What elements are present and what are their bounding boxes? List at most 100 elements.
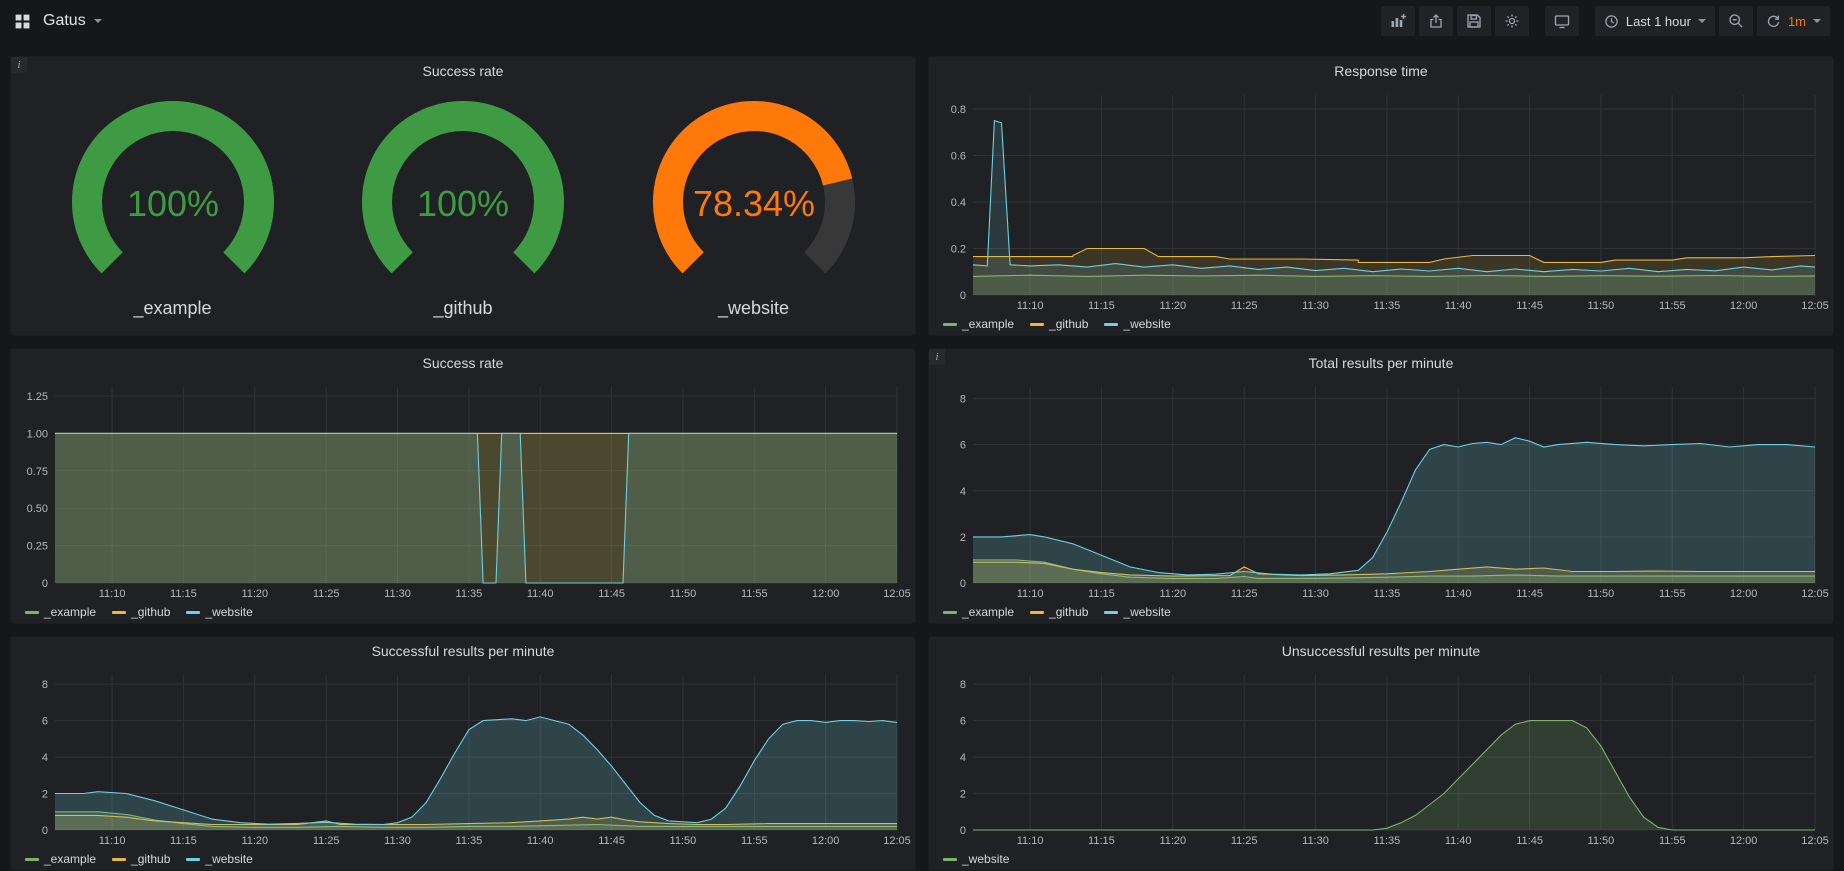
svg-text:11:10: 11:10 — [1017, 835, 1044, 847]
panel-title[interactable]: Total results per minute — [929, 349, 1833, 377]
svg-text:12:00: 12:00 — [812, 588, 840, 600]
svg-text:0.2: 0.2 — [951, 244, 966, 256]
svg-text:4: 4 — [42, 752, 48, 764]
svg-text:11:15: 11:15 — [170, 835, 197, 847]
svg-text:0: 0 — [960, 825, 966, 837]
svg-text:4: 4 — [960, 486, 966, 498]
graph-canvas[interactable]: 00.250.500.751.001.2511:1011:1511:2011:2… — [11, 377, 915, 601]
grid-icon — [14, 13, 31, 30]
svg-text:11:25: 11:25 — [1231, 300, 1258, 312]
legend: _example _github _website — [929, 313, 1833, 335]
clock-icon — [1604, 14, 1619, 29]
svg-text:8: 8 — [960, 394, 966, 406]
svg-text:11:10: 11:10 — [1017, 588, 1044, 600]
svg-text:11:45: 11:45 — [598, 835, 625, 847]
svg-text:11:40: 11:40 — [1445, 300, 1472, 312]
svg-text:11:40: 11:40 — [527, 835, 554, 847]
zoom-out-button[interactable] — [1719, 6, 1753, 36]
legend-item-_github[interactable]: _github — [112, 852, 170, 866]
dashboard-grid-button[interactable] — [14, 13, 31, 30]
legend-swatch — [1030, 611, 1044, 614]
svg-text:8: 8 — [960, 679, 966, 691]
panel-title[interactable]: Success rate — [11, 349, 915, 377]
info-icon[interactable]: i — [929, 349, 945, 365]
svg-text:11:30: 11:30 — [384, 835, 411, 847]
svg-text:0.6: 0.6 — [951, 151, 966, 163]
gauge-arc: 100% — [334, 98, 592, 296]
graph-canvas[interactable]: 00.20.40.60.811:1011:1511:2011:2511:3011… — [929, 85, 1833, 313]
panel-unsuccessful-results: Unsuccessful results per minute 0246811:… — [928, 636, 1834, 871]
panel-title[interactable]: Success rate — [11, 57, 915, 85]
svg-text:11:45: 11:45 — [1516, 588, 1543, 600]
svg-text:11:40: 11:40 — [1445, 835, 1472, 847]
svg-text:11:25: 11:25 — [313, 835, 340, 847]
time-range-button[interactable]: Last 1 hour — [1595, 6, 1715, 36]
legend-swatch — [112, 858, 126, 861]
dashboard-title-dropdown[interactable]: Gatus — [43, 12, 102, 30]
svg-text:0: 0 — [960, 578, 966, 590]
legend-item-_github[interactable]: _github — [112, 605, 170, 619]
svg-text:11:35: 11:35 — [1374, 588, 1401, 600]
svg-text:2: 2 — [960, 789, 966, 801]
svg-text:11:20: 11:20 — [1159, 300, 1186, 312]
svg-text:11:15: 11:15 — [1088, 300, 1115, 312]
svg-text:0.75: 0.75 — [27, 466, 48, 478]
legend-item-_website[interactable]: _website — [943, 852, 1009, 866]
svg-text:11:30: 11:30 — [384, 588, 411, 600]
share-button[interactable] — [1419, 6, 1453, 36]
save-button[interactable] — [1457, 6, 1491, 36]
svg-text:0.4: 0.4 — [951, 197, 966, 209]
graph-canvas[interactable]: 0246811:1011:1511:2011:2511:3011:3511:40… — [929, 377, 1833, 601]
legend-item-_website[interactable]: _website — [186, 852, 252, 866]
refresh-button[interactable]: 1m — [1757, 6, 1830, 36]
svg-text:11:45: 11:45 — [598, 588, 625, 600]
gauge-label: _github — [433, 298, 492, 319]
legend-item-_example[interactable]: _example — [943, 605, 1014, 619]
chevron-down-icon — [1813, 19, 1821, 23]
svg-text:11:50: 11:50 — [670, 835, 697, 847]
legend-item-_example[interactable]: _example — [25, 605, 96, 619]
legend-label: _example — [44, 852, 96, 866]
svg-text:12:00: 12:00 — [1730, 588, 1758, 600]
graph-canvas[interactable]: 0246811:1011:1511:2011:2511:3011:3511:40… — [11, 665, 915, 848]
legend-swatch — [25, 611, 39, 614]
info-icon[interactable]: i — [11, 57, 27, 73]
svg-text:0.25: 0.25 — [27, 541, 48, 553]
legend-label: _example — [962, 317, 1014, 331]
save-icon — [1466, 13, 1482, 29]
legend-label: _github — [1049, 605, 1088, 619]
legend-item-_website[interactable]: _website — [1104, 605, 1170, 619]
svg-text:11:15: 11:15 — [170, 588, 197, 600]
panel-title[interactable]: Successful results per minute — [11, 637, 915, 665]
graph-svg: 0246811:1011:1511:2011:2511:3011:3511:40… — [929, 377, 1833, 601]
add-panel-button[interactable] — [1381, 6, 1415, 36]
legend-item-_example[interactable]: _example — [943, 317, 1014, 331]
svg-text:1.25: 1.25 — [27, 391, 48, 403]
svg-text:11:30: 11:30 — [1302, 588, 1329, 600]
panel-title[interactable]: Response time — [929, 57, 1833, 85]
panel-title[interactable]: Unsuccessful results per minute — [929, 637, 1833, 665]
panel-success-rate-gauges: i Success rate 100%_example100%_github78… — [10, 56, 916, 336]
legend-item-_website[interactable]: _website — [186, 605, 252, 619]
refresh-icon — [1766, 14, 1781, 29]
svg-text:11:55: 11:55 — [741, 588, 768, 600]
legend-item-_github[interactable]: _github — [1030, 605, 1088, 619]
settings-button[interactable] — [1495, 6, 1529, 36]
svg-text:11:15: 11:15 — [1088, 588, 1115, 600]
svg-text:11:50: 11:50 — [1588, 300, 1615, 312]
dashboard-title: Gatus — [43, 12, 86, 30]
add-panel-icon — [1390, 13, 1406, 29]
graph-canvas[interactable]: 0246811:1011:1511:2011:2511:3011:3511:40… — [929, 665, 1833, 848]
tv-mode-button[interactable] — [1545, 6, 1579, 36]
legend-item-_website[interactable]: _website — [1104, 317, 1170, 331]
svg-text:11:55: 11:55 — [741, 835, 768, 847]
legend-item-_example[interactable]: _example — [25, 852, 96, 866]
legend-item-_github[interactable]: _github — [1030, 317, 1088, 331]
graph-svg: 00.250.500.751.001.2511:1011:1511:2011:2… — [11, 377, 915, 601]
legend-swatch — [112, 611, 126, 614]
svg-text:12:05: 12:05 — [883, 835, 911, 847]
gauge-_website: 78.34%_website — [625, 98, 883, 319]
panel-success-rate-graph: Success rate 00.250.500.751.001.2511:101… — [10, 348, 916, 624]
zoom-out-icon — [1728, 13, 1744, 29]
svg-text:11:20: 11:20 — [1159, 835, 1186, 847]
